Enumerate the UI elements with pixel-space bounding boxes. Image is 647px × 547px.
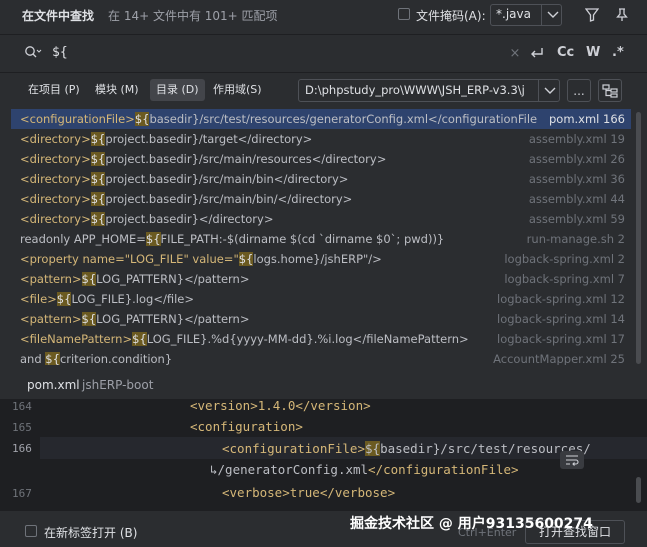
- result-text: <pattern>${LOG_PATTERN}</pattern>: [20, 272, 250, 286]
- preview-scrollbar[interactable]: [636, 477, 641, 503]
- watermark: 掘金技术社区 @ 用户93135600274: [350, 516, 593, 532]
- code-line: <configuration>: [190, 419, 303, 434]
- chevron-down-icon[interactable]: [544, 6, 562, 24]
- line-number: 164: [12, 400, 32, 413]
- divider: [0, 34, 647, 35]
- tab-scope[interactable]: 作用域(S): [207, 79, 268, 101]
- match-case-toggle[interactable]: Cc: [557, 45, 574, 60]
- result-text: <directory>${project.basedir}/src/main/b…: [20, 172, 349, 186]
- filter-icon[interactable]: [582, 5, 602, 25]
- tab-project[interactable]: 在项目 (P): [22, 79, 86, 101]
- match-summary: 在 14+ 文件中有 101+ 匹配项: [108, 9, 278, 23]
- result-text: <configurationFile>${basedir}/src/test/r…: [20, 112, 538, 126]
- result-row[interactable]: <pattern>${LOG_PATTERN}</pattern> logback…: [11, 269, 631, 289]
- tab-directory[interactable]: 目录 (D): [150, 79, 205, 101]
- result-text: <directory>${project.basedir}/src/main/b…: [20, 192, 353, 206]
- whole-words-toggle[interactable]: W: [586, 45, 600, 60]
- result-file: pom.xml 166: [548, 112, 625, 126]
- pin-icon[interactable]: [612, 5, 632, 25]
- result-row[interactable]: <directory>${project.basedir}/src/main/b…: [11, 169, 631, 189]
- browse-button[interactable]: ...: [567, 79, 591, 102]
- result-row[interactable]: <fileNamePattern>${LOG_FILE}.%d{yyyy-MM-…: [11, 329, 631, 349]
- result-row[interactable]: <configurationFile>${basedir}/src/test/r…: [11, 109, 631, 129]
- line-number: 165: [12, 421, 32, 434]
- new-tab-checkbox[interactable]: [25, 525, 37, 537]
- file-mask-label: 文件掩码(A):: [416, 9, 486, 23]
- result-file: logback-spring.xml 17: [497, 332, 625, 346]
- result-row[interactable]: <pattern>${LOG_PATTERN}</pattern> logback…: [11, 309, 631, 329]
- result-row[interactable]: readonly APP_HOME=${FILE_PATH:-$(dirname…: [11, 229, 631, 249]
- code-preview[interactable]: 164 165 166 167 <version>1.4.0</version>…: [0, 399, 647, 511]
- preview-file-name: pom.xml: [27, 378, 80, 392]
- chevron-down-icon[interactable]: [541, 82, 559, 100]
- result-text: <directory>${project.basedir}/target</di…: [20, 132, 313, 146]
- code-line: <verbose>true</verbose>: [222, 485, 396, 500]
- result-row[interactable]: <directory>${project.basedir}</directory…: [11, 209, 631, 229]
- tab-module[interactable]: 模块 (M): [89, 79, 145, 101]
- line-number: 167: [12, 487, 32, 500]
- result-text: readonly APP_HOME=${FILE_PATH:-$(dirname…: [20, 232, 445, 246]
- result-row[interactable]: <property name="LOG_FILE" value="${logs.…: [11, 249, 631, 269]
- soft-wrap-icon[interactable]: [560, 451, 584, 469]
- result-file: assembly.xml 36: [528, 172, 625, 186]
- result-file: assembly.xml 19: [528, 132, 625, 146]
- divider: [0, 72, 647, 73]
- newline-icon[interactable]: [528, 44, 546, 62]
- file-mask-checkbox[interactable]: [398, 8, 410, 20]
- result-file: logback-spring.xml 2: [504, 252, 625, 266]
- result-file: logback-spring.xml 12: [497, 292, 625, 306]
- result-text: <pattern>${LOG_PATTERN}</pattern>: [20, 312, 250, 326]
- result-row[interactable]: and ${criterion.condition} AccountMapper.…: [11, 349, 631, 365]
- search-input[interactable]: ${: [52, 45, 68, 60]
- regex-toggle[interactable]: .*: [612, 45, 624, 60]
- directory-path: D:\phpstudy_pro\WWW\JSH_ERP-v3.3\j: [305, 83, 525, 97]
- clear-icon[interactable]: ×: [508, 46, 522, 61]
- result-file: logback-spring.xml 14: [497, 312, 625, 326]
- result-row[interactable]: <directory>${project.basedir}/src/main/b…: [11, 189, 631, 209]
- result-file: logback-spring.xml 7: [504, 272, 625, 286]
- results-scrollbar[interactable]: [636, 112, 641, 364]
- dialog-title: 在文件中查找: [22, 9, 95, 23]
- result-text: <property name="LOG_FILE" value="${logs.…: [20, 252, 382, 266]
- result-row[interactable]: <file>${LOG_FILE}.log</file> logback-spri…: [11, 289, 631, 309]
- result-row[interactable]: <directory>${project.basedir}/src/main/r…: [11, 149, 631, 169]
- result-file: assembly.xml 59: [528, 212, 625, 226]
- result-file: AccountMapper.xml 25: [493, 352, 625, 365]
- code-line-wrapped: ↳/generatorConfig.xml</configurationFile…: [210, 462, 519, 477]
- result-text: <directory>${project.basedir}</directory…: [20, 212, 274, 226]
- preview-module-name: jshERP-boot: [82, 378, 154, 392]
- directory-separator: [538, 80, 539, 101]
- result-text: <directory>${project.basedir}/src/main/r…: [20, 152, 387, 166]
- code-line-current: <configurationFile>${basedir}/src/test/r…: [222, 441, 591, 456]
- new-tab-label: 在新标签打开 (B): [44, 526, 138, 540]
- results-list[interactable]: <configurationFile>${basedir}/src/test/r…: [11, 109, 631, 365]
- result-file: assembly.xml 44: [528, 192, 625, 206]
- file-mask-value: *.java: [496, 7, 531, 21]
- search-icon[interactable]: [24, 44, 42, 60]
- result-file: run-manage.sh 2: [526, 232, 625, 246]
- result-text: and ${criterion.condition}: [20, 352, 173, 365]
- line-number: 166: [12, 442, 32, 455]
- result-row[interactable]: <directory>${project.basedir}/target</di…: [11, 129, 631, 149]
- result-text: <file>${LOG_FILE}.log</file>: [20, 292, 194, 306]
- file-mask-separator: [541, 5, 542, 25]
- result-text: <fileNamePattern>${LOG_FILE}.%d{yyyy-MM-…: [20, 332, 469, 346]
- result-file: assembly.xml 26: [528, 152, 625, 166]
- recursive-icon[interactable]: [598, 79, 622, 102]
- code-line: <version>1.4.0</version>: [190, 399, 371, 413]
